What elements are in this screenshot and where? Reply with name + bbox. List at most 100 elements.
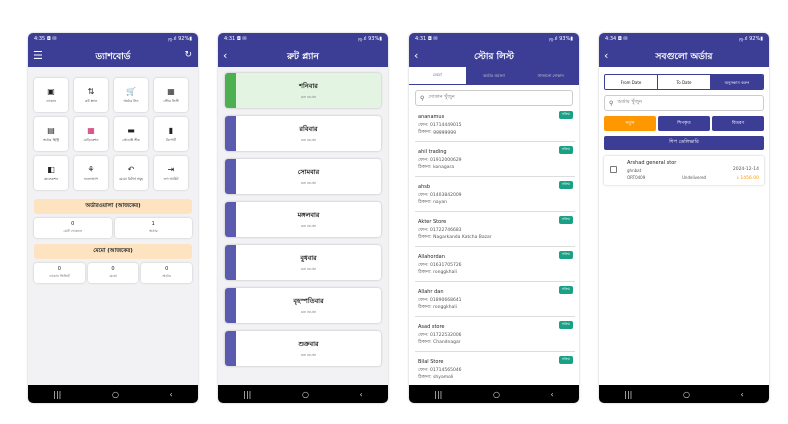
search-icon: ⚲ xyxy=(420,94,425,102)
menu-icon[interactable]: ☰ xyxy=(33,49,43,63)
back-arrow-icon[interactable]: ‹ xyxy=(604,49,608,63)
tile-label: রুট প্ল্যান xyxy=(84,98,98,103)
filter-new[interactable]: নতুন xyxy=(604,116,656,131)
route-subtitle: ow route xyxy=(300,267,317,271)
tile-label: কালেকশন xyxy=(43,176,59,181)
tile-logout[interactable]: ⇥ লগ আউট xyxy=(154,156,188,190)
search-icon: ⚲ xyxy=(609,99,614,107)
ship-delivery-button[interactable]: শিপ ডেলিভারি xyxy=(604,136,764,150)
shop-address: ঠিকানা: Nagarkanda Katcha Bazar xyxy=(418,235,492,240)
status-time: 4:34 ◘ ✉ xyxy=(605,36,628,42)
list-item[interactable]: ahsb ফোন: 01403842009 ঠিকানা: nayan সক্রিয় xyxy=(415,181,575,212)
route-day: শুক্রবার xyxy=(298,340,319,348)
status-bar: 4:31 ◘ ✉ ஜ.ıl 93%▮ xyxy=(409,33,579,45)
app-bar: ‹ স্টোর লিস্ট xyxy=(409,45,579,67)
back-arrow-icon[interactable]: ‹ xyxy=(414,49,418,63)
back-arrow-icon[interactable]: ‹ xyxy=(223,49,227,63)
list-item[interactable]: ananamus ফোন: 01714449015 ঠিকানা: gggggggg… xyxy=(415,111,575,142)
shop-name: ahil trading xyxy=(418,149,447,155)
tile-route-plan[interactable]: ⇅ রুট প্ল্যান xyxy=(74,78,108,112)
list-item[interactable]: Allahr dan ফোন: 01890668641 ঠিকানা: ronggk… xyxy=(415,286,575,317)
tile-followup[interactable]: ⚘ ফলোআপ xyxy=(74,156,108,190)
page-title: সবগুলো অর্ডার xyxy=(655,51,713,62)
status-badge: সক্রিয় xyxy=(558,216,573,224)
refresh-icon[interactable]: ↻ xyxy=(184,50,192,60)
back-icon[interactable]: ‹ xyxy=(740,390,743,399)
recent-apps-icon[interactable]: ||| xyxy=(624,390,632,399)
status-filters: নতুন শিপকৃত বিতরণ xyxy=(604,116,764,131)
route-item[interactable]: শনিবার ow route xyxy=(225,73,381,108)
status-badge: সক্রিয় xyxy=(558,286,573,294)
route-list: শনিবার ow route রবিবার ow route সোমবার ow r… xyxy=(218,67,388,385)
shop-search-input[interactable]: ⚲ দোকান খুঁজুন xyxy=(415,90,573,106)
system-nav-bar: ||| ○ ‹ xyxy=(599,385,769,403)
route-item[interactable]: রবিবার ow route xyxy=(225,116,381,151)
home-icon[interactable]: ○ xyxy=(112,390,119,399)
list-item[interactable]: ahil trading ফোন: 01912000629 ঠিকানা: kona… xyxy=(415,146,575,177)
shop-address: ঠিকানা: Chandnagar xyxy=(418,340,461,345)
route-item[interactable]: সোমবার ow route xyxy=(225,159,381,194)
tile-product-stock[interactable]: ▬ প্রোডাক্ট স্টক xyxy=(114,117,148,151)
shop-phone: ফোন: 01890668641 xyxy=(418,298,462,303)
tile-report[interactable]: ▮ রিপোর্ট xyxy=(154,117,188,151)
list-item[interactable]: Akter Store ফোন: 01722746683 ঠিকানা: Nagar… xyxy=(415,216,575,247)
filter-shipped[interactable]: শিপকৃত xyxy=(658,116,710,131)
home-icon[interactable]: ○ xyxy=(683,390,690,399)
home-icon[interactable]: ○ xyxy=(493,390,500,399)
route-subtitle: ow route xyxy=(300,310,317,314)
route-subtitle: ow route xyxy=(300,138,317,142)
recent-apps-icon[interactable]: ||| xyxy=(243,390,251,399)
tile-medication[interactable]: ▦ মেডিকেশন xyxy=(74,117,108,151)
route-item[interactable]: বুধবার ow route xyxy=(225,245,381,280)
route-item[interactable]: বৃহস্পতিবার ow route xyxy=(225,288,381,323)
tile-collection[interactable]: ◧ কালেকশন xyxy=(34,156,68,190)
list-item[interactable]: Asad store ফোন: 01722532006 ঠিকানা: Chandn… xyxy=(415,321,575,352)
memo-today-stats: 0 দোকান ভিজিট 0 মেমো 0 অর্ডার xyxy=(34,263,193,283)
back-icon[interactable]: ‹ xyxy=(550,390,553,399)
route-accent xyxy=(225,159,236,194)
shop-name: ahsb xyxy=(418,184,431,190)
tile-take-order[interactable]: 🛒 অর্ডার নিন xyxy=(114,78,148,112)
system-nav-bar: ||| ○ ‹ xyxy=(409,385,579,403)
back-icon[interactable]: ‹ xyxy=(169,390,172,399)
from-date-button[interactable]: From Date xyxy=(605,75,658,89)
search-placeholder: দোকান খুঁজুন xyxy=(428,94,455,100)
page-title: ড্যাশবোর্ড xyxy=(95,51,131,62)
order-card[interactable]: Arshad general stor ghnbat ORT0409 Undel… xyxy=(604,156,764,185)
shop-phone: ফোন: 01722532006 xyxy=(418,333,462,338)
orders-content: From Date To Date অনুসন্ধান করুন ⚲ অর্ডা… xyxy=(599,67,769,385)
phone-all-orders: 4:34 ◘ ✉ ஜ.ıl 92%▮ ‹ সবগুলো অর্ডার From … xyxy=(599,33,769,403)
recent-apps-icon[interactable]: ||| xyxy=(434,390,442,399)
tab-memo[interactable]: মেমো xyxy=(409,67,466,85)
back-icon[interactable]: ‹ xyxy=(359,390,362,399)
list-item[interactable]: Bilal Store ফোন: 01714565046 ঠিকানা: shyam… xyxy=(415,356,575,385)
shop-name: Allahordan xyxy=(418,254,445,260)
shop-name: Allahr dan xyxy=(418,289,444,295)
stat-label: অর্ডার xyxy=(162,274,171,278)
to-date-button[interactable]: To Date xyxy=(658,75,711,89)
tile-order-history[interactable]: ▤ অর্ডার হিস্ট্রি xyxy=(34,117,68,151)
list-item[interactable]: Allahordan ফোন: 01631705726 ঠিকানা: ronggk… xyxy=(415,251,575,282)
stat-card: 1 অর্ডার xyxy=(114,218,192,238)
home-icon[interactable]: ○ xyxy=(302,390,309,399)
route-accent xyxy=(225,288,236,323)
tile-label: অর্ডার নিন xyxy=(123,98,139,103)
system-nav-bar: ||| ○ ‹ xyxy=(28,385,198,403)
route-day: মঙ্গলবার xyxy=(297,211,320,219)
tile-memo-return[interactable]: ↶ মেমো রিটার্ন সমূহ xyxy=(114,156,148,190)
order-search-input[interactable]: ⚲ অর্ডার খুঁজুন xyxy=(604,95,764,111)
filter-delivered[interactable]: বিতরণ xyxy=(712,116,764,131)
order-checkbox[interactable] xyxy=(610,166,617,173)
tab-arranged-shops[interactable]: সাজানো দোকান xyxy=(522,67,579,85)
tab-order-wala[interactable]: অর্ডার ওয়ালা xyxy=(466,67,523,85)
tile-shop[interactable]: ▣ দোকান xyxy=(34,78,68,112)
status-badge: সক্রিয় xyxy=(558,181,573,189)
phone-dashboard: 4:35 ◘ ✉ ஜ.ıl 92%▮ ☰ ড্যাশবোর্ড ↻ ▣ দোকান… xyxy=(28,33,198,403)
search-button[interactable]: অনুসন্ধান করুন xyxy=(711,75,763,89)
tile-label: স্টোর লিস্ট xyxy=(163,98,179,103)
status-right: ஜ.ıl 93%▮ xyxy=(358,36,382,42)
route-item[interactable]: শুক্রবার ow route xyxy=(225,331,381,366)
tile-store-list[interactable]: ▦ স্টোর লিস্ট xyxy=(154,78,188,112)
recent-apps-icon[interactable]: ||| xyxy=(53,390,61,399)
route-item[interactable]: মঙ্গলবার ow route xyxy=(225,202,381,237)
